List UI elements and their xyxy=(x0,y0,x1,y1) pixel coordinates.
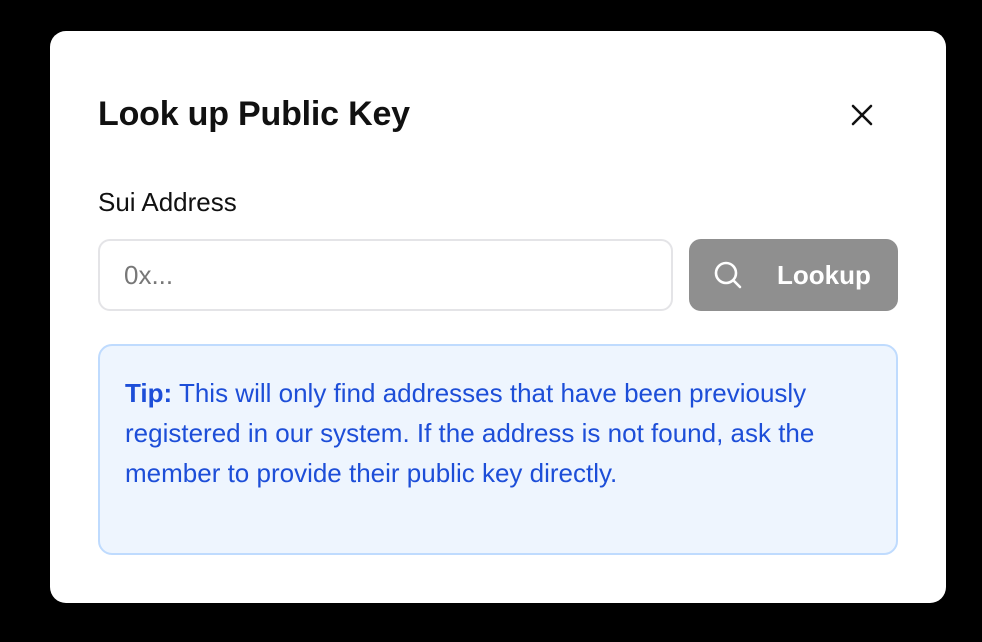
tip-callout: Tip: This will only find addresses that … xyxy=(98,344,898,555)
tip-text: This will only find addresses that have … xyxy=(125,378,815,488)
tip-prefix: Tip: xyxy=(125,378,173,408)
sui-address-input[interactable] xyxy=(98,239,673,311)
lookup-public-key-dialog: Look up Public Key Sui Address Lookup Ti… xyxy=(50,31,946,603)
search-icon xyxy=(713,260,743,290)
close-button[interactable] xyxy=(842,95,882,135)
lookup-button[interactable]: Lookup xyxy=(689,239,898,311)
dialog-title: Look up Public Key xyxy=(98,95,410,133)
lookup-button-label: Lookup xyxy=(777,259,871,290)
sui-address-label: Sui Address xyxy=(98,187,237,217)
close-icon xyxy=(851,104,873,126)
